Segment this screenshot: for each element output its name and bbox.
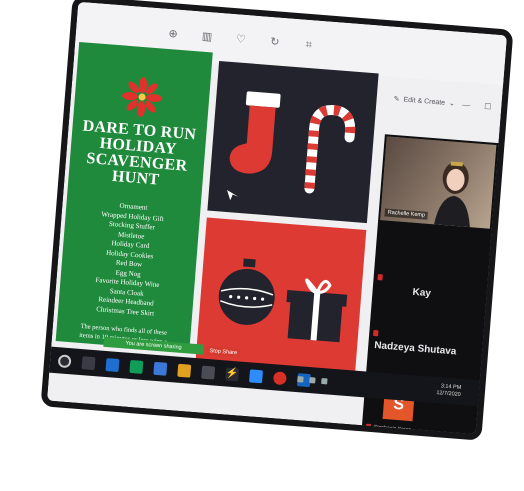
- poinsettia-icon: [121, 76, 164, 119]
- stocking-icon: [229, 91, 281, 174]
- cursor-icon: [227, 189, 239, 201]
- trash-icon[interactable]: ▥: [199, 29, 214, 44]
- edit-create-label: Edit & Create: [403, 96, 446, 107]
- participant-name-nadzeya: Nadzeya Shutava: [373, 340, 457, 358]
- edit-icon: ✎: [393, 95, 400, 104]
- screen: ⊕ ▥ ♡ ↻ ⌗ ✎ Edit & Create ⌄ — ☐ DARE TO …: [46, 1, 508, 435]
- maximize-icon[interactable]: ☐: [484, 102, 492, 112]
- hunt-title: DARE TO RUN HOLIDAY SCAVENGER HUNT: [68, 117, 207, 192]
- monitor-photo: ⊕ ▥ ♡ ↻ ⌗ ✎ Edit & Create ⌄ — ☐ DARE TO …: [46, 1, 508, 435]
- store-icon[interactable]: [201, 365, 216, 380]
- window-controls: — ☐: [462, 100, 492, 111]
- folder-icon[interactable]: [177, 363, 192, 378]
- gift-icon: [286, 278, 348, 343]
- zoom-icon[interactable]: [249, 368, 264, 383]
- participant-name-stephanie: Stephanie Kranz: [373, 424, 411, 434]
- rotate-icon[interactable]: ↻: [267, 35, 282, 50]
- participant-video-tile[interactable]: Rachelle Kemp: [380, 136, 497, 229]
- app-icon[interactable]: [153, 361, 168, 376]
- participant-person: [433, 161, 470, 228]
- battery-icon[interactable]: [321, 377, 328, 385]
- muted-mic-icon: [373, 329, 379, 337]
- hunt-item-list: Ornament Wrapped Holiday Gift Stocking S…: [58, 197, 201, 321]
- network-icon[interactable]: [297, 376, 304, 383]
- muted-mic-icon: [365, 423, 372, 431]
- ornament-icon: [218, 258, 275, 325]
- mail-icon[interactable]: [105, 357, 120, 372]
- stocking-candycane-panel: [207, 60, 379, 224]
- chrome-icon[interactable]: [272, 370, 287, 385]
- participant-name-kay: Kay: [412, 286, 432, 300]
- volume-icon[interactable]: [309, 377, 316, 384]
- zoom-in-icon[interactable]: ⊕: [166, 27, 181, 42]
- start-icon[interactable]: [57, 353, 72, 368]
- minimize-icon[interactable]: —: [462, 100, 471, 110]
- lightning-icon[interactable]: ⚡: [225, 366, 240, 381]
- clock[interactable]: 3:14 PM 12/7/2020: [436, 383, 461, 399]
- candy-cane-icon: [304, 105, 356, 194]
- crop-icon[interactable]: ⌗: [301, 37, 316, 52]
- chevron-down-icon: ⌄: [448, 100, 456, 108]
- task-view-icon[interactable]: [81, 355, 96, 370]
- app-icon[interactable]: [129, 359, 144, 374]
- heart-icon[interactable]: ♡: [233, 32, 248, 47]
- edit-create-button[interactable]: ✎ Edit & Create ⌄: [393, 95, 455, 108]
- muted-mic-icon: [377, 274, 383, 281]
- scavenger-hunt-panel: DARE TO RUN HOLIDAY SCAVENGER HUNT Ornam…: [55, 41, 213, 352]
